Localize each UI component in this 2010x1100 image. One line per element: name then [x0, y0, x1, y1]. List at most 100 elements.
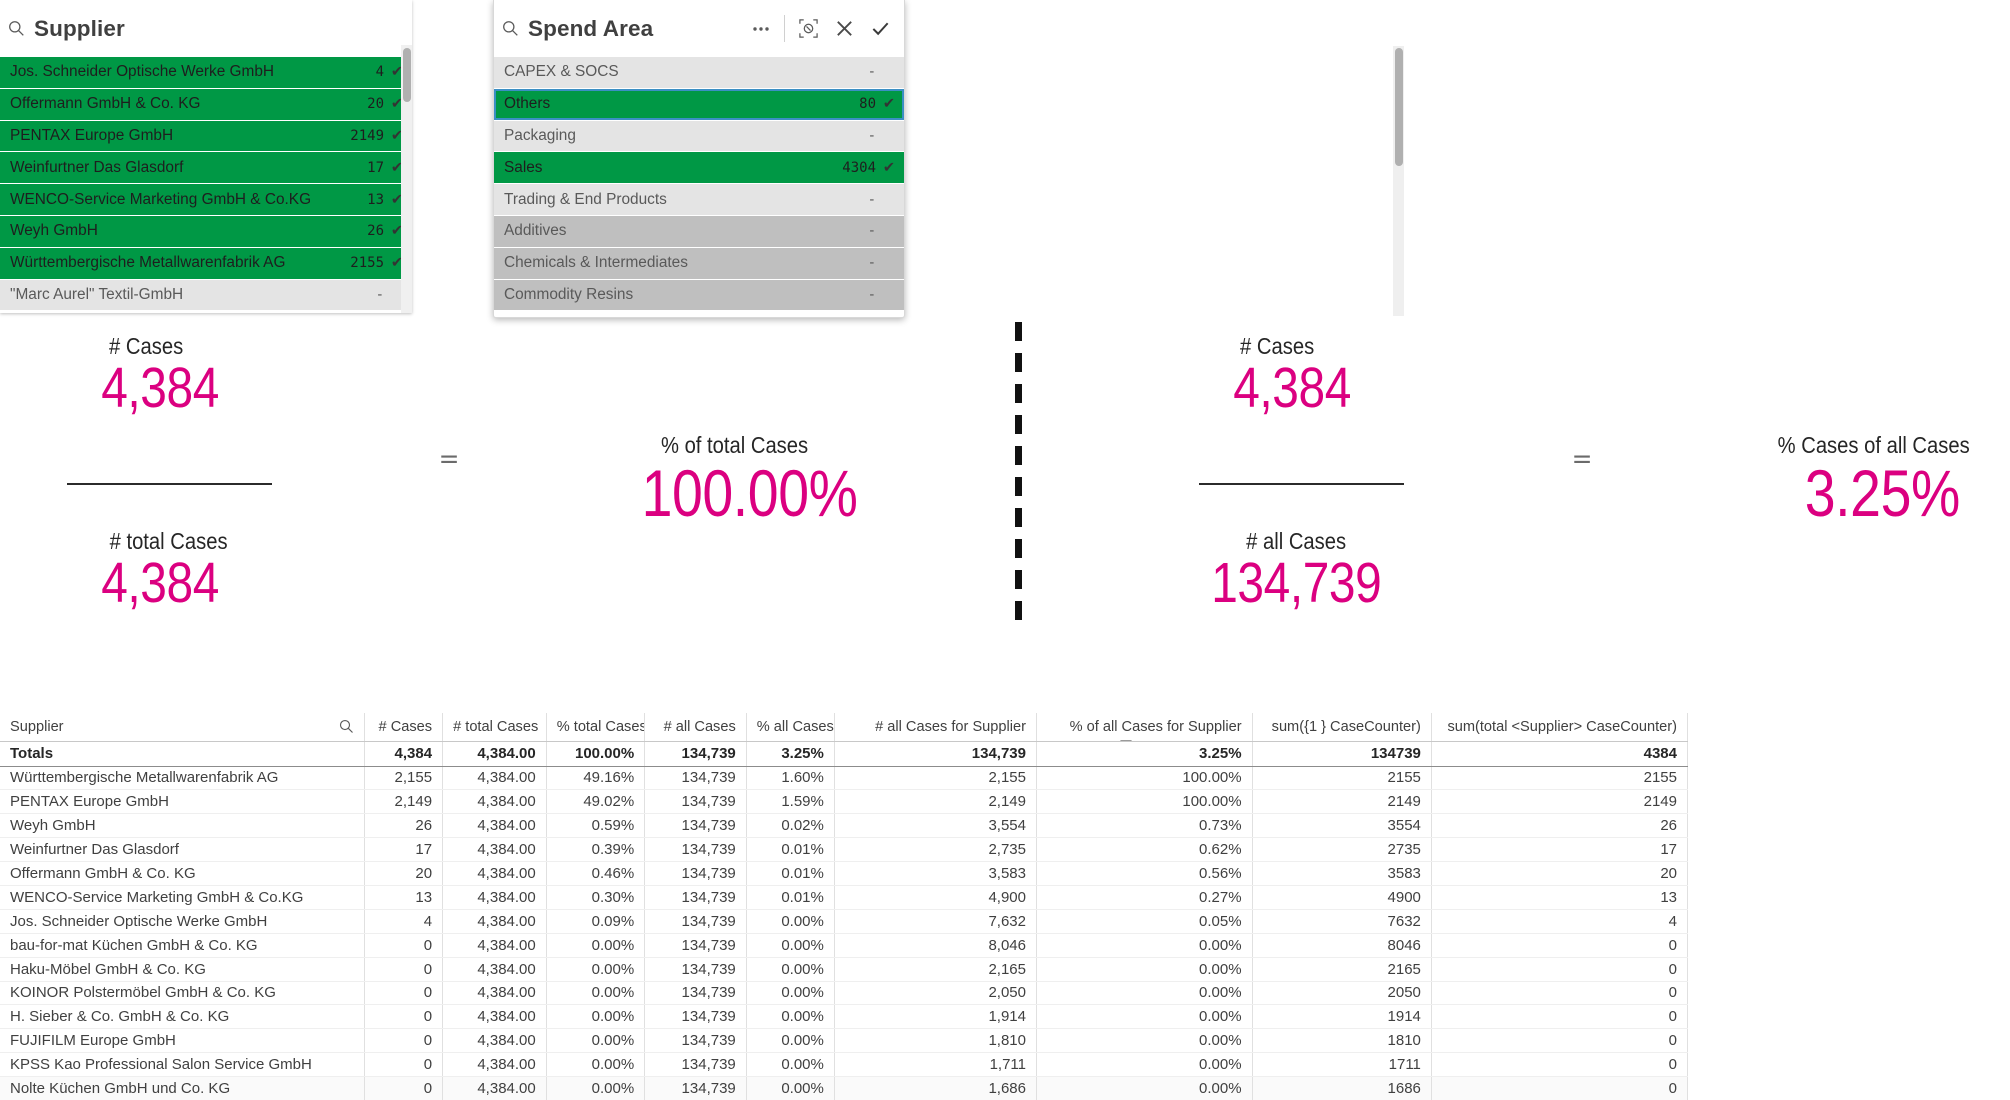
search-icon[interactable]: [339, 719, 354, 734]
table-cell: 1711: [1252, 1052, 1432, 1078]
listbox-item-label: Jos. Schneider Optische Werke GmbH: [10, 63, 275, 81]
table-cell: 3,554: [834, 813, 1038, 839]
supplier-scrollbar-thumb[interactable]: [402, 48, 411, 102]
table-cell: 134,739: [644, 885, 747, 910]
table-row[interactable]: WENCO-Service Marketing GmbH & Co.KG 13 4,…: [0, 885, 1689, 910]
table-cell: 0: [1431, 957, 1689, 982]
table-column-header[interactable]: # total Cases: [442, 713, 547, 742]
listbox-item[interactable]: Offermann GmbH & Co. KG 20: [0, 88, 412, 121]
table-row[interactable]: Offermann GmbH & Co. KG 20 4,384.00 0.46% 13…: [0, 861, 1689, 886]
table-column-header[interactable]: sum(total <Supplier> CaseCounter): [1431, 713, 1689, 742]
table-cell: 13: [1431, 885, 1689, 910]
table-row[interactable]: PENTAX Europe GmbH 2,149 4,384.00 49.02% 134…: [0, 789, 1689, 815]
table-column-header[interactable]: Supplier: [0, 713, 366, 742]
table-cell: 0: [1431, 1052, 1689, 1078]
supplier-filter-pane: Supplier Jos. Schneider Optische Werke G…: [0, 0, 412, 313]
table-row[interactable]: Weyh GmbH 26 4,384.00 0.59% 134,739 0.02% 3,55…: [0, 813, 1689, 839]
toolbar-divider: [784, 15, 785, 42]
supplier-scrollbar[interactable]: [401, 45, 412, 313]
listbox-item[interactable]: Packaging -: [494, 120, 904, 153]
listbox-item-label: Others: [504, 95, 551, 113]
table-cell: 134,739: [644, 909, 747, 934]
spend-area-scrollbar-thumb[interactable]: [1394, 48, 1403, 166]
table-cell: 0: [364, 1028, 444, 1054]
listbox-item-label: Weyh GmbH: [10, 222, 98, 240]
table-cell: Nolte Küchen GmbH und Co. KG: [0, 1076, 366, 1100]
spend-area-listbox[interactable]: CAPEX & SOCS - Others 80 Packaging - Sales 4304…: [494, 57, 904, 312]
table-cell: 2050: [1252, 981, 1432, 1006]
table-row[interactable]: Jos. Schneider Optische Werke GmbH 4 4,384…: [0, 909, 1689, 934]
table-column-header[interactable]: % all Cases: [746, 713, 835, 742]
table-cell: 0: [364, 1076, 444, 1100]
listbox-item[interactable]: Sales 4304: [494, 152, 904, 185]
listbox-item[interactable]: CAPEX & SOCS -: [494, 57, 904, 89]
table-cell: 4,384.00: [442, 957, 547, 982]
table-column-header[interactable]: % of all Cases for Supplier: [1036, 713, 1253, 742]
table-cell: 2,050: [834, 981, 1038, 1006]
table-row[interactable]: KPSS Kao Professional Salon Service GmbH…: [0, 1052, 1689, 1078]
search-icon[interactable]: [8, 20, 25, 37]
spend-area-filter-pane: Spend Area CAPEX & SOCS - Others 80 ✔ Pa…: [493, 0, 1404, 318]
listbox-item[interactable]: Weinfurtner Das Glasdorf 17: [0, 152, 412, 185]
listbox-item[interactable]: Commodity Resins -: [494, 279, 904, 312]
table-row[interactable]: Haku-Möbel GmbH & Co. KG 0 4,384.00 0.00% 13…: [0, 957, 1689, 982]
spend-area-scrollbar[interactable]: [1393, 46, 1404, 316]
table-cell: 4384: [1431, 741, 1689, 767]
cancel-icon[interactable]: [826, 10, 862, 48]
confirm-icon[interactable]: [862, 10, 898, 48]
table-row[interactable]: bau-for-mat Küchen GmbH & Co. KG 0 4,384.0…: [0, 933, 1689, 958]
listbox-item-label: Packaging: [504, 126, 576, 144]
table-cell: 17: [1431, 837, 1689, 863]
table-row[interactable]: FUJIFILM Europe GmbH 0 4,384.00 0.00% 134,73…: [0, 1028, 1689, 1054]
table-row[interactable]: KOINOR Polstermöbel GmbH & Co. KG 0 4,384.…: [0, 981, 1689, 1006]
table-row[interactable]: Nolte Küchen GmbH und Co. KG 0 4,384.00 0.0…: [0, 1076, 1689, 1100]
table-column-header-label: % total Cases: [556, 718, 645, 735]
listbox-item[interactable]: Chemicals & Intermediates -: [494, 247, 904, 280]
listbox-item[interactable]: Württembergische Metallwarenfabrik AG 215…: [0, 247, 412, 280]
search-icon[interactable]: [502, 20, 519, 37]
listbox-item[interactable]: Others 80: [494, 88, 904, 121]
table-cell: 134,739: [644, 1052, 747, 1078]
table-row[interactable]: Württembergische Metallwarenfabrik AG 2,1…: [0, 766, 1689, 791]
table-totals-row[interactable]: Totals 4,384 4,384.00 100.00% 134,739 3.25% 13…: [0, 741, 1689, 767]
listbox-item-label: Commodity Resins: [504, 285, 634, 303]
table-column-header[interactable]: # all Cases for Supplier: [834, 713, 1038, 742]
listbox-item[interactable]: "Marc Aurel" Textil-GmbH -: [0, 279, 412, 312]
table-cell: 0: [364, 957, 444, 982]
table-cell: 0.00%: [546, 1076, 646, 1100]
listbox-item[interactable]: Additives -: [494, 215, 904, 248]
table-cell: bau-for-mat Küchen GmbH & Co. KG: [0, 933, 366, 958]
kpi-right-result-value: 3.25%: [1804, 456, 1961, 530]
clear-selection-icon[interactable]: [790, 10, 826, 48]
table-cell: 0.00%: [746, 933, 835, 958]
table-column-header[interactable]: # Cases: [364, 713, 444, 742]
table-cell: 7,632: [834, 909, 1038, 934]
table-cell: PENTAX Europe GmbH: [0, 789, 366, 815]
table-cell: 0: [1431, 1028, 1689, 1054]
table-cell: 13: [364, 885, 444, 910]
table-row[interactable]: H. Sieber & Co. GmbH & Co. KG 0 4,384.00 0.…: [0, 1004, 1689, 1030]
table-column-header[interactable]: sum({1 } CaseCounter): [1252, 713, 1432, 742]
table-column-header-label: # Cases: [378, 718, 433, 735]
supplier-listbox[interactable]: Jos. Schneider Optische Werke GmbH 4 Offer…: [0, 57, 412, 312]
table-cell: Weyh GmbH: [0, 813, 366, 839]
more-options-icon[interactable]: [743, 10, 779, 48]
table-cell: 4,384: [364, 741, 444, 767]
table-cell: 0.00%: [1036, 1028, 1253, 1054]
table-cell: 0.46%: [546, 861, 646, 886]
listbox-item[interactable]: Jos. Schneider Optische Werke GmbH 4: [0, 57, 412, 89]
table-column-header[interactable]: % total Cases: [546, 713, 646, 742]
table-cell: 4,384.00: [442, 1004, 547, 1030]
listbox-item[interactable]: PENTAX Europe GmbH 2149: [0, 120, 412, 153]
table-row[interactable]: Weinfurtner Das Glasdorf 17 4,384.00 0.39% 1…: [0, 837, 1689, 863]
table-cell: 4,384.00: [442, 741, 547, 767]
listbox-item[interactable]: WENCO-Service Marketing GmbH & Co.KG 13: [0, 184, 412, 216]
table-cell: 0: [1431, 981, 1689, 1006]
table-cell: 0.00%: [1036, 1076, 1253, 1100]
table-column-header[interactable]: # all Cases: [644, 713, 747, 742]
listbox-item[interactable]: Trading & End Products -: [494, 184, 904, 216]
table-cell: 2,155: [834, 766, 1038, 791]
listbox-item-label: Württembergische Metallwarenfabrik AG: [10, 254, 286, 272]
listbox-item[interactable]: Weyh GmbH 26: [0, 215, 412, 248]
table-column-header-label: % all Cases: [756, 718, 834, 735]
